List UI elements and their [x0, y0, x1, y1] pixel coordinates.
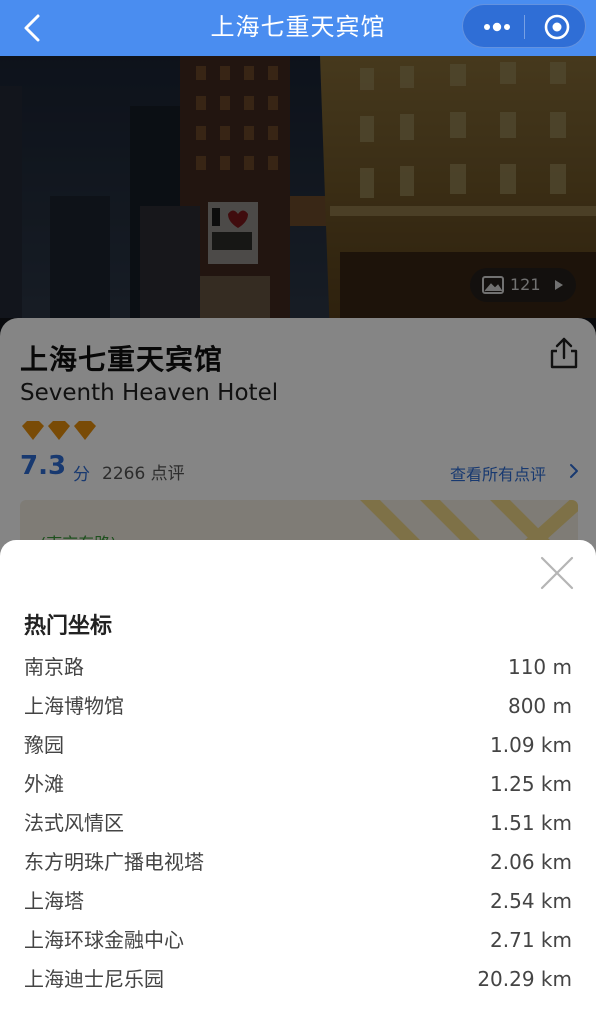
- landmark-item[interactable]: 上海塔 2.54 km: [0, 882, 596, 921]
- landmark-distance: 800 m: [507, 694, 572, 718]
- landmark-item[interactable]: 上海迪士尼乐园 20.29 km: [0, 960, 596, 999]
- more-dots-icon[interactable]: [477, 11, 517, 43]
- landmark-name: 东方明珠广播电视塔: [24, 850, 204, 874]
- landmark-item[interactable]: 法式风情区 1.51 km: [0, 804, 596, 843]
- landmark-distance: 2.71 km: [490, 928, 572, 952]
- landmark-name: 上海塔: [24, 889, 84, 913]
- landmark-list: 南京路 110 m 上海博物馆 800 m 豫园 1.09 km 外滩 1.25…: [0, 648, 596, 999]
- top-navigation-bar: 上海七重天宾馆: [0, 0, 596, 56]
- landmark-item[interactable]: 上海环球金融中心 2.71 km: [0, 921, 596, 960]
- landmark-item[interactable]: 东方明珠广播电视塔 2.06 km: [0, 843, 596, 882]
- landmark-distance: 2.06 km: [490, 850, 572, 874]
- landmark-name: 法式风情区: [24, 811, 124, 835]
- sheet-title: 热门坐标: [24, 614, 113, 639]
- capsule-divider: [524, 15, 525, 39]
- landmark-distance: 1.25 km: [490, 772, 572, 796]
- landmark-name: 上海博物馆: [24, 694, 124, 718]
- landmark-item[interactable]: 南京路 110 m: [0, 648, 596, 687]
- landmark-distance: 1.09 km: [490, 733, 572, 757]
- close-x-icon[interactable]: [538, 554, 576, 592]
- landmark-name: 外滩: [24, 772, 64, 796]
- landmark-name: 豫园: [24, 733, 64, 757]
- landmark-name: 上海环球金融中心: [24, 928, 184, 952]
- landmark-item[interactable]: 豫园 1.09 km: [0, 726, 596, 765]
- landmark-name: 南京路: [24, 655, 84, 679]
- target-circle-icon[interactable]: [537, 11, 577, 43]
- landmarks-bottom-sheet: 热门坐标 南京路 110 m 上海博物馆 800 m 豫园 1.09 km 外滩…: [0, 540, 596, 1024]
- landmark-name: 上海迪士尼乐园: [24, 967, 164, 991]
- landmark-item[interactable]: 上海博物馆 800 m: [0, 687, 596, 726]
- mini-program-capsule: [462, 4, 586, 48]
- landmark-distance: 20.29 km: [477, 967, 572, 991]
- landmark-distance: 2.54 km: [490, 889, 572, 913]
- landmark-item[interactable]: 外滩 1.25 km: [0, 765, 596, 804]
- landmark-distance: 1.51 km: [490, 811, 572, 835]
- landmark-distance: 110 m: [507, 655, 572, 679]
